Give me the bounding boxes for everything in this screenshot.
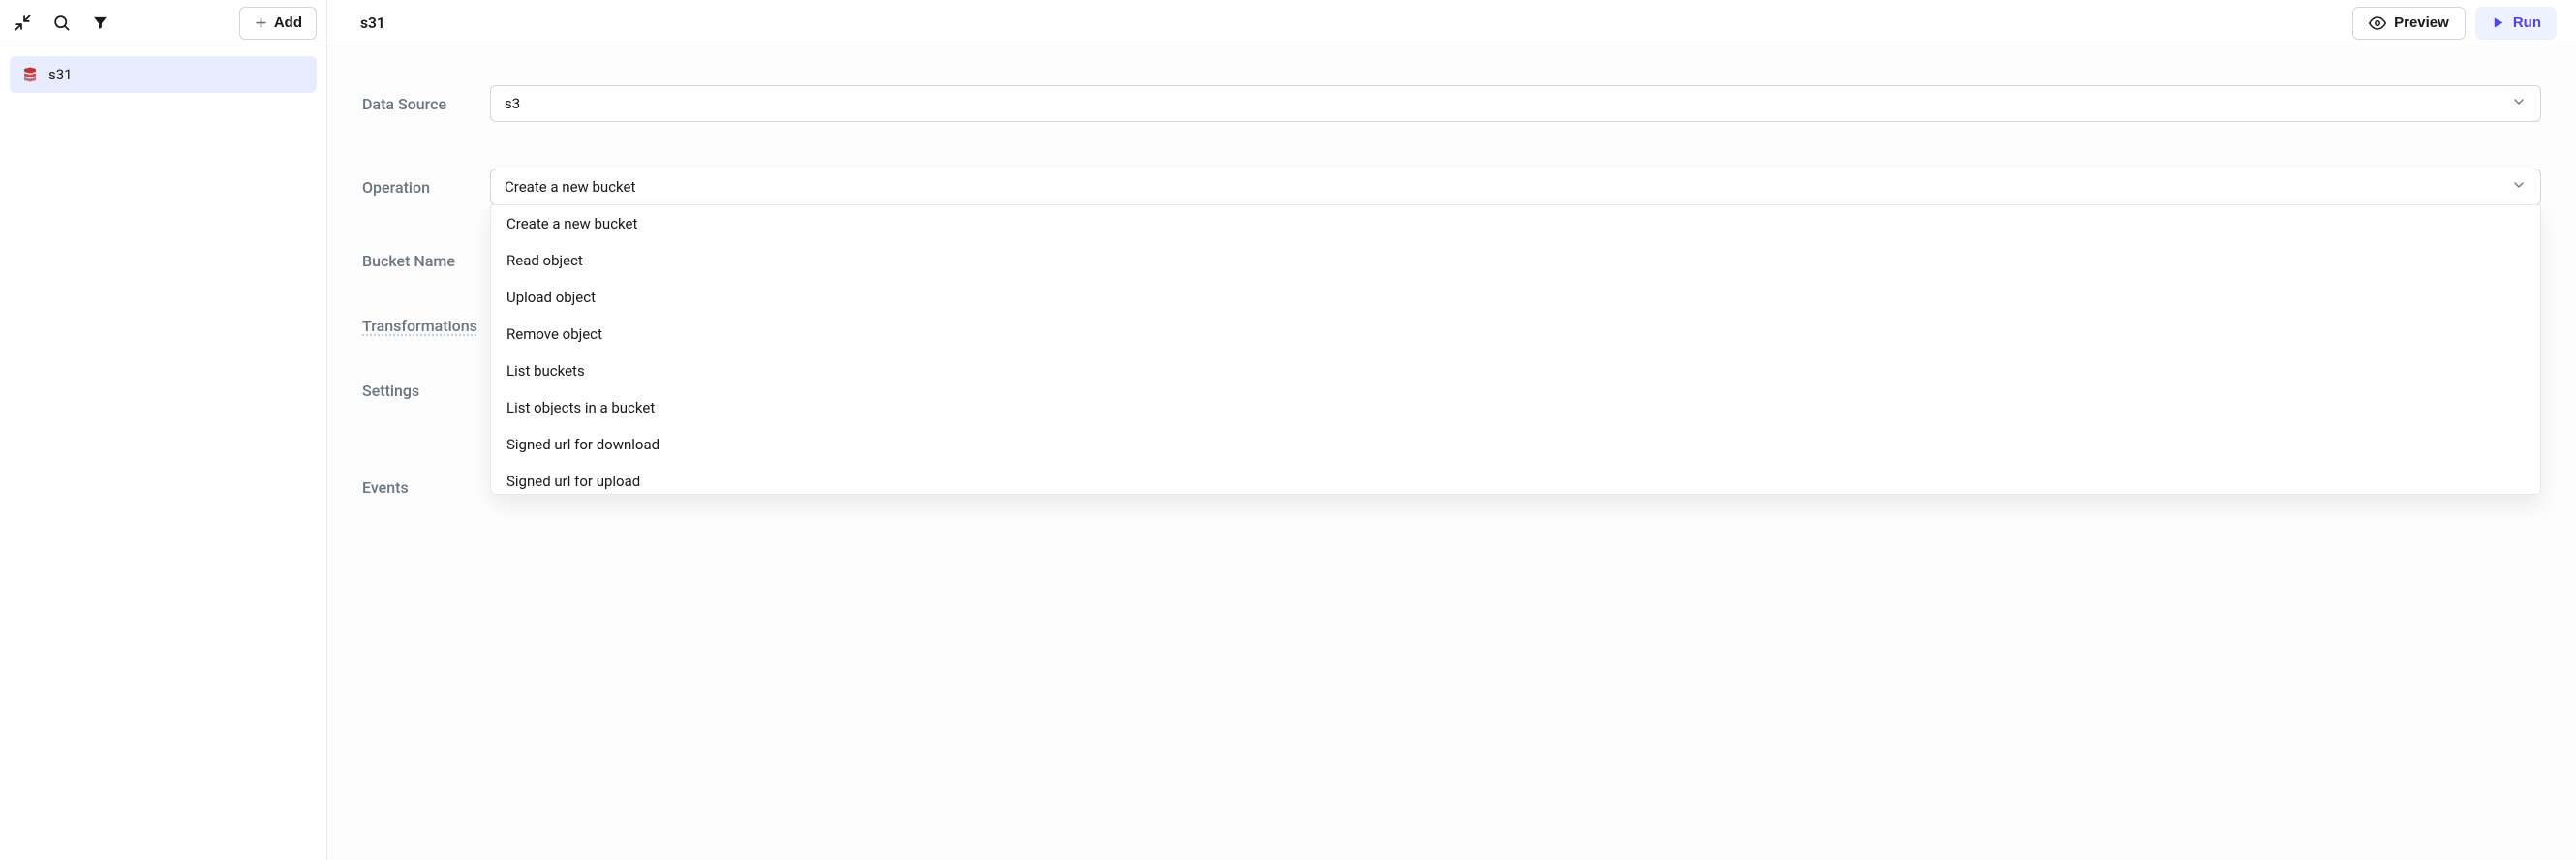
row-data-source: Data Source s3 (362, 85, 2541, 122)
sidebar: Add s31 (0, 0, 327, 860)
preview-button-label: Preview (2394, 15, 2449, 31)
operation-option[interactable]: Read object (491, 242, 2540, 279)
label-transformations: Transformations (362, 317, 490, 335)
row-operation: Operation Create a new bucket Create a n… (362, 169, 2541, 205)
form-body: Data Source s3 Operation Create a new bu… (327, 46, 2576, 860)
label-settings: Settings (362, 382, 490, 400)
operation-option[interactable]: Signed url for download (491, 426, 2540, 463)
preview-button[interactable]: Preview (2352, 7, 2466, 40)
chevron-down-icon (2511, 177, 2527, 197)
play-icon (2491, 15, 2505, 30)
collapse-icon[interactable] (6, 7, 39, 40)
run-button[interactable]: Run (2475, 7, 2557, 40)
operation-dropdown: Create a new bucket Read object Upload o… (490, 204, 2541, 495)
label-bucket-name: Bucket Name (362, 252, 490, 270)
sidebar-list: s31 (0, 46, 326, 103)
sidebar-item-s31[interactable]: s31 (10, 56, 317, 93)
page-title: s31 (360, 15, 385, 32)
label-operation: Operation (362, 178, 490, 197)
add-button[interactable]: Add (239, 7, 317, 40)
operation-option[interactable]: List buckets (491, 353, 2540, 389)
operation-option[interactable]: Signed url for upload (491, 463, 2540, 495)
sidebar-item-label: s31 (48, 66, 73, 83)
select-operation-value: Create a new bucket (505, 178, 635, 196)
select-data-source-value: s3 (505, 95, 520, 112)
app-root: Add s31 s31 (0, 0, 2576, 860)
main-panel: s31 Preview Run Data Source (327, 0, 2576, 860)
run-button-label: Run (2513, 15, 2541, 31)
label-data-source: Data Source (362, 95, 490, 113)
select-data-source[interactable]: s3 (490, 85, 2541, 122)
main-header: s31 Preview Run (327, 0, 2576, 46)
label-events: Events (362, 478, 490, 497)
eye-icon (2369, 15, 2386, 32)
chevron-down-icon (2511, 94, 2527, 113)
operation-option[interactable]: Upload object (491, 279, 2540, 316)
add-button-label: Add (274, 15, 302, 31)
operation-option[interactable]: Create a new bucket (491, 205, 2540, 242)
search-icon[interactable] (45, 7, 77, 40)
filter-icon[interactable] (83, 7, 116, 40)
sidebar-toolbar: Add (0, 0, 326, 46)
datasource-icon (21, 66, 39, 83)
operation-option[interactable]: Remove object (491, 316, 2540, 353)
operation-option[interactable]: List objects in a bucket (491, 389, 2540, 426)
select-operation[interactable]: Create a new bucket (490, 169, 2541, 205)
